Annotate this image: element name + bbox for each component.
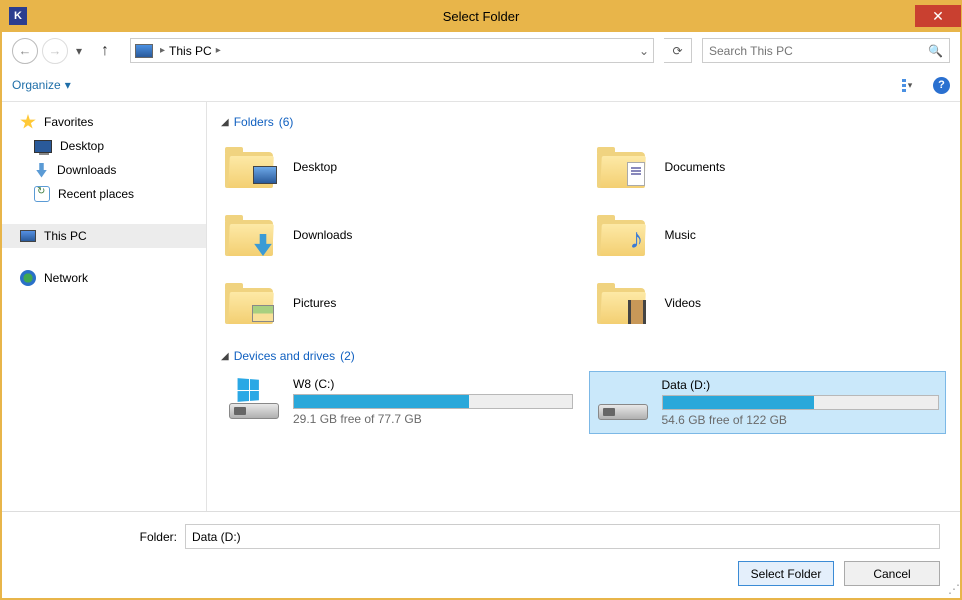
view-options-button[interactable]: ▾ xyxy=(895,75,919,95)
address-bar[interactable]: ▸ This PC ▸ ⌄ xyxy=(130,38,654,63)
search-box[interactable]: 🔍 xyxy=(702,38,950,63)
search-icon[interactable]: 🔍 xyxy=(928,44,943,58)
folder-videos[interactable]: Videos xyxy=(593,273,947,333)
chevron-right-icon[interactable]: ▸ xyxy=(216,45,221,56)
sidebar-item-label: Downloads xyxy=(57,163,116,177)
drive-free-text: 54.6 GB free of 122 GB xyxy=(662,413,940,427)
back-button[interactable]: ← xyxy=(12,38,38,64)
folder-label: Videos xyxy=(665,296,701,310)
help-button[interactable]: ? xyxy=(933,77,950,94)
drive-icon xyxy=(227,377,281,419)
sidebar-item-label: Recent places xyxy=(58,187,134,201)
drive-icon xyxy=(596,378,650,420)
pc-icon xyxy=(20,230,36,242)
history-dropdown[interactable]: ▾ xyxy=(72,41,86,61)
main-panel: ◢ Folders (6) Desktop Documents xyxy=(207,102,960,511)
cancel-button[interactable]: Cancel xyxy=(844,561,940,586)
drive-name: W8 (C:) xyxy=(293,377,573,391)
folder-label: Music xyxy=(665,228,696,242)
star-icon xyxy=(20,114,36,130)
network-icon xyxy=(20,270,36,286)
section-header-folders[interactable]: ◢ Folders (6) xyxy=(221,115,946,129)
folder-label: Pictures xyxy=(293,296,336,310)
drive-free-text: 29.1 GB free of 77.7 GB xyxy=(293,412,573,426)
app-icon: K xyxy=(9,7,27,25)
chevron-down-icon: ▾ xyxy=(65,78,71,92)
folder-icon xyxy=(225,146,277,188)
drive-usage-bar xyxy=(662,395,940,410)
folder-desktop[interactable]: Desktop xyxy=(221,137,575,197)
up-button[interactable]: ↑ xyxy=(94,40,116,62)
folder-downloads[interactable]: Downloads xyxy=(221,205,575,265)
collapse-icon: ◢ xyxy=(221,351,229,362)
sidebar-item-desktop[interactable]: Desktop xyxy=(2,134,206,158)
drive-c[interactable]: W8 (C:) 29.1 GB free of 77.7 GB xyxy=(221,371,579,434)
organize-menu[interactable]: Organize ▾ xyxy=(12,78,71,92)
breadcrumb-location[interactable]: This PC xyxy=(169,44,212,58)
monitor-icon xyxy=(34,140,52,153)
chevron-right-icon[interactable]: ▸ xyxy=(160,45,165,56)
folder-icon xyxy=(225,214,277,256)
drive-name: Data (D:) xyxy=(662,378,940,392)
window-title: Select Folder xyxy=(443,9,520,24)
sidebar-item-network[interactable]: Network xyxy=(2,266,206,290)
folder-label: Downloads xyxy=(293,228,352,242)
folder-icon xyxy=(597,146,649,188)
resize-grip[interactable]: ⋰ xyxy=(948,582,958,596)
collapse-icon: ◢ xyxy=(221,117,229,128)
address-history-dropdown[interactable]: ⌄ xyxy=(639,44,649,58)
sidebar-item-this-pc[interactable]: This PC xyxy=(2,224,206,248)
folder-documents[interactable]: Documents xyxy=(593,137,947,197)
folder-icon xyxy=(225,282,277,324)
select-folder-button[interactable]: Select Folder xyxy=(738,561,834,586)
drive-usage-bar xyxy=(293,394,573,409)
footer: Folder: Select Folder Cancel xyxy=(2,511,960,598)
chevron-down-icon: ▾ xyxy=(908,80,913,91)
folder-icon xyxy=(597,282,649,324)
section-header-drives[interactable]: ◢ Devices and drives (2) xyxy=(221,349,946,363)
recent-icon xyxy=(34,186,50,202)
sidebar-item-recent[interactable]: Recent places xyxy=(2,182,206,206)
folder-field-label: Folder: xyxy=(22,530,177,544)
forward-button[interactable]: → xyxy=(42,38,68,64)
folder-label: Desktop xyxy=(293,160,337,174)
folder-pictures[interactable]: Pictures xyxy=(221,273,575,333)
sidebar-item-label: This PC xyxy=(44,229,87,243)
sidebar-item-label: Desktop xyxy=(60,139,104,153)
titlebar[interactable]: K Select Folder ✕ xyxy=(1,1,961,31)
folder-icon: ♪ xyxy=(597,214,649,256)
search-input[interactable] xyxy=(709,44,943,58)
sidebar-item-favorites[interactable]: Favorites xyxy=(2,110,206,134)
folder-label: Documents xyxy=(665,160,726,174)
sidebar-item-label: Favorites xyxy=(44,115,93,129)
pc-icon xyxy=(135,44,153,58)
sidebar-item-label: Network xyxy=(44,271,88,285)
refresh-button[interactable]: ⟳ xyxy=(664,38,692,63)
sidebar: Favorites Desktop Downloads Recent place… xyxy=(2,102,207,511)
sidebar-item-downloads[interactable]: Downloads xyxy=(2,158,206,182)
close-button[interactable]: ✕ xyxy=(915,5,961,27)
toolbar: Organize ▾ ▾ ? xyxy=(2,69,960,102)
nav-bar: ← → ▾ ↑ ▸ This PC ▸ ⌄ ⟳ 🔍 xyxy=(2,32,960,69)
folder-music[interactable]: ♪ Music xyxy=(593,205,947,265)
download-icon xyxy=(34,163,49,178)
drive-d[interactable]: Data (D:) 54.6 GB free of 122 GB xyxy=(589,371,947,434)
folder-name-input[interactable] xyxy=(185,524,940,549)
